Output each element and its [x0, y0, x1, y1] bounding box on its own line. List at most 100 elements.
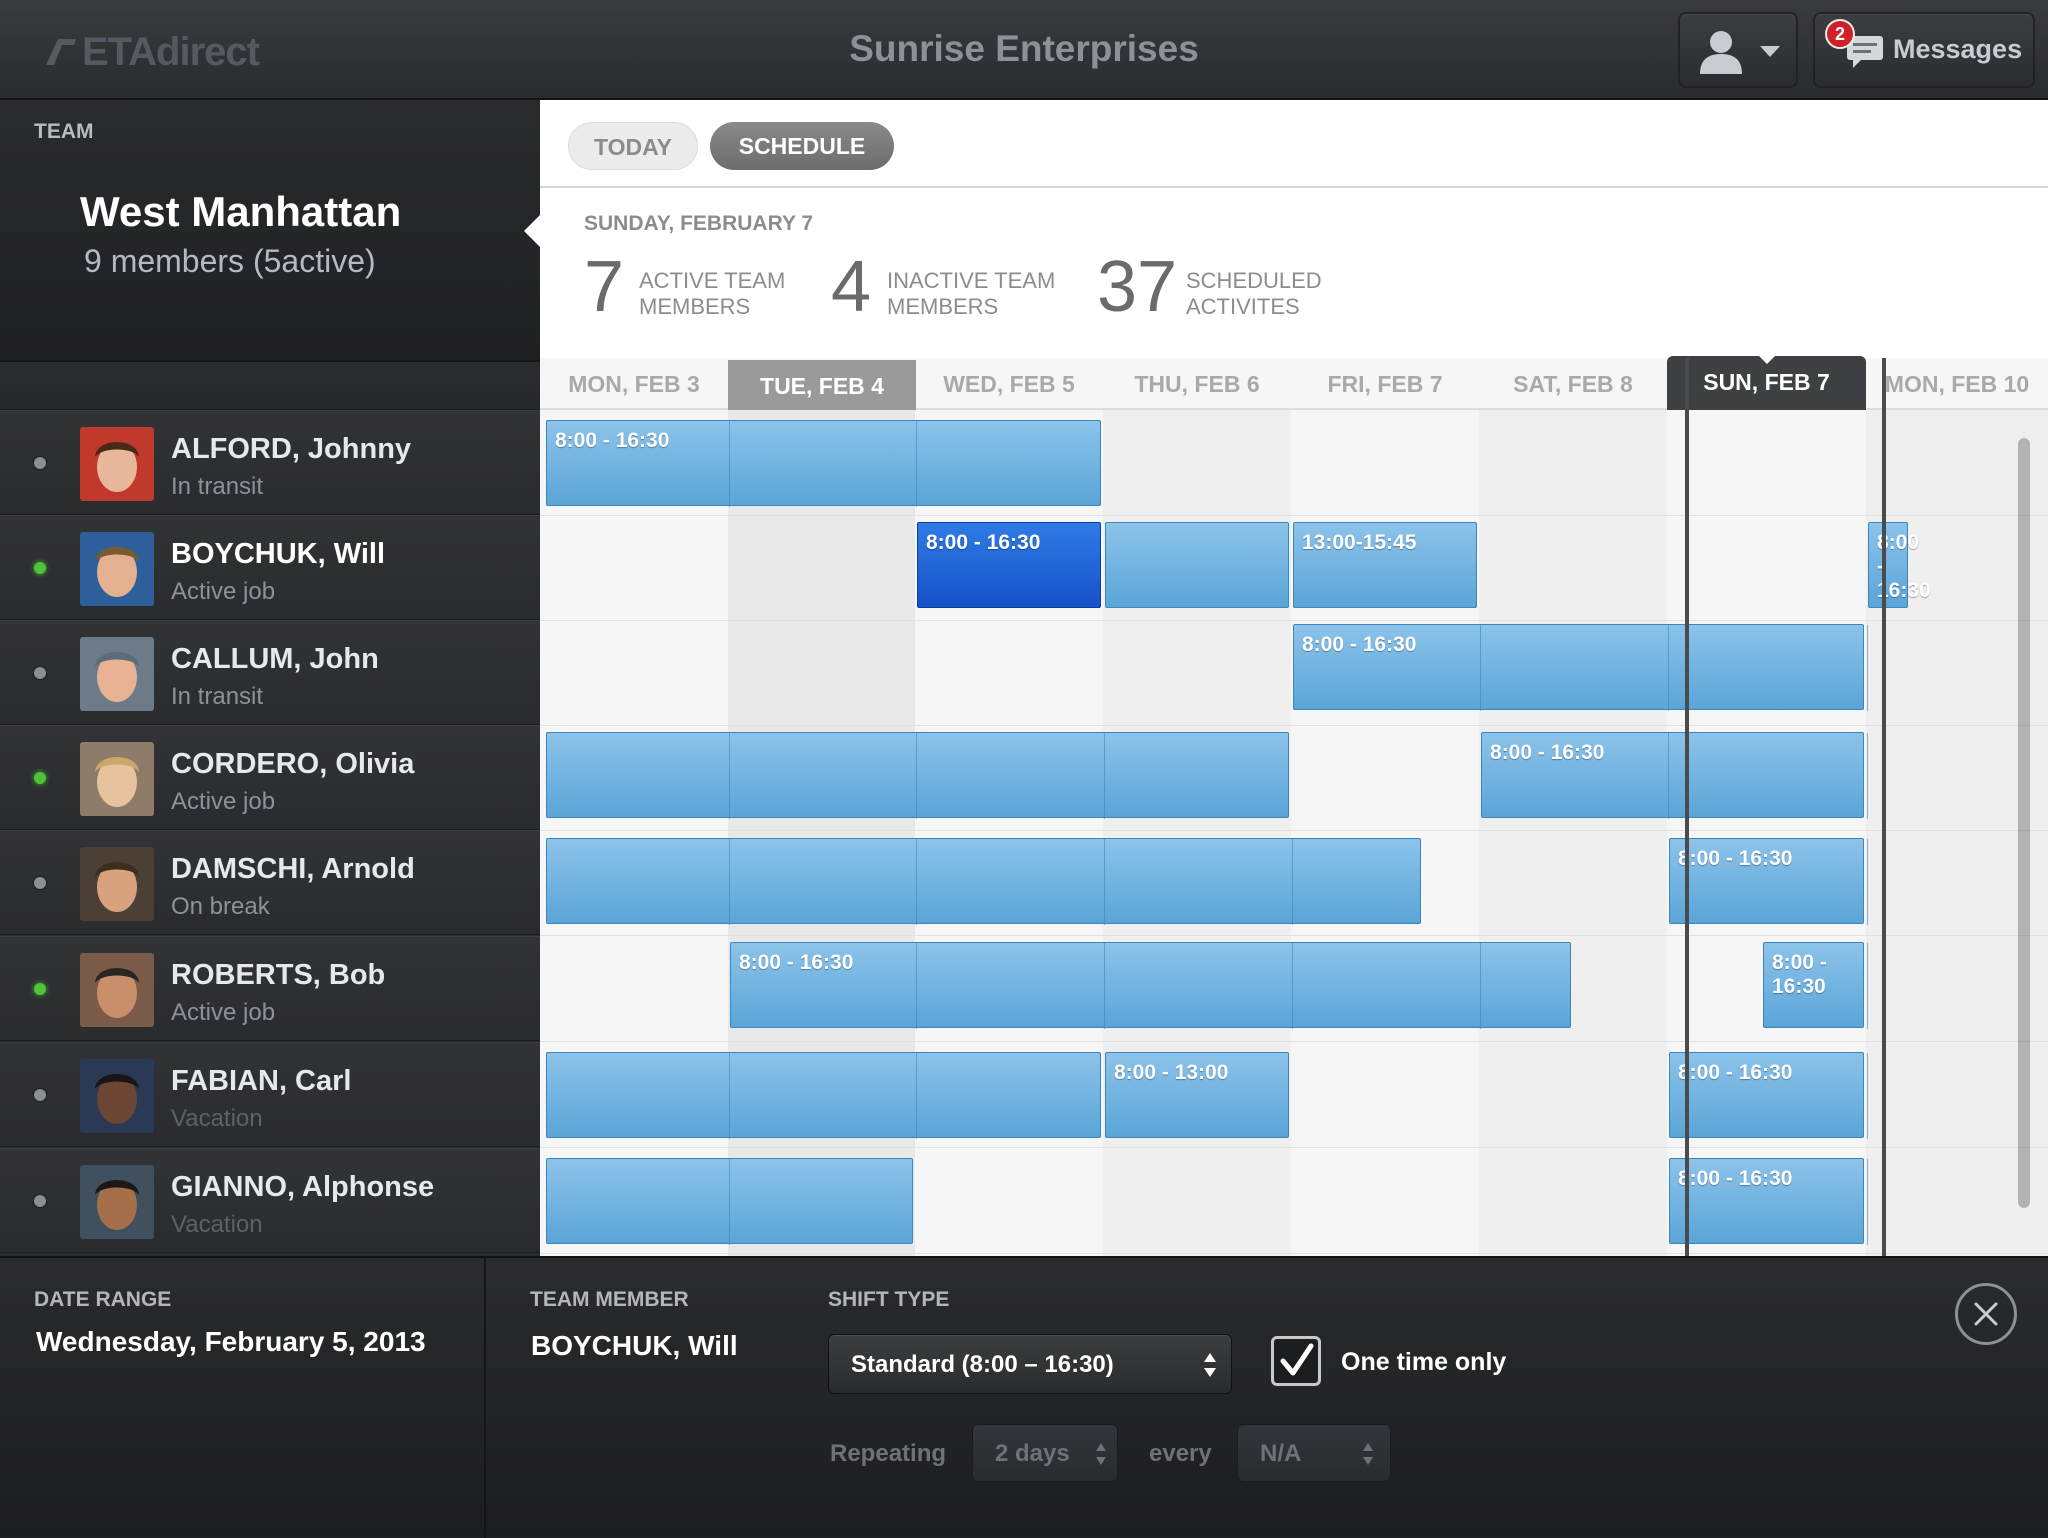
repeat-interval-select[interactable]: 2 days: [972, 1424, 1118, 1482]
avatar: [80, 637, 154, 711]
day-header-cell[interactable]: SAT, FEB 8: [1479, 358, 1667, 410]
team-sidebar: TEAM West Manhattan 9 members (5active) …: [0, 100, 540, 1256]
active-members-label: ACTIVE TEAM MEMBERS: [639, 268, 839, 320]
shift-type-label: SHIFT TYPE: [828, 1288, 950, 1311]
day-header-cell[interactable]: MON, FEB 10: [1866, 358, 2048, 410]
avatar: [80, 847, 154, 921]
messages-label: Messages: [1893, 34, 2023, 64]
shift-block-selected[interactable]: 8:00 - 16:30: [917, 522, 1101, 608]
date-range-label: DATE RANGE: [34, 1288, 172, 1311]
presence-indicator: [34, 983, 46, 995]
messages-count-badge: 2: [1825, 19, 1855, 49]
member-status: Vacation: [171, 1105, 263, 1132]
shift-day-separator: [1104, 943, 1105, 1029]
close-editor-button[interactable]: [1955, 1283, 2017, 1345]
shift-day-separator: [916, 839, 917, 925]
shift-time-label: 8:00 - 16:30: [1490, 741, 1605, 764]
user-menu-button[interactable]: [1678, 12, 1798, 88]
scheduled-activities-label: SCHEDULED ACTIVITES: [1186, 268, 1386, 320]
team-member-value: BOYCHUK, Will: [531, 1330, 738, 1361]
member-row[interactable]: BOYCHUK, Will Active job: [0, 515, 540, 620]
presence-indicator: [34, 772, 46, 784]
shift-time-label: 13:00-15:45: [1302, 531, 1417, 554]
day-header-cell[interactable]: TUE, FEB 4: [728, 360, 916, 410]
member-name: ALFORD, Johnny: [171, 433, 412, 465]
member-name: CORDERO, Olivia: [171, 748, 415, 780]
day-header-cell[interactable]: MON, FEB 3: [540, 358, 728, 410]
editor-divider: [484, 1258, 486, 1538]
member-row[interactable]: CALLUM, John In transit: [0, 620, 540, 725]
shift-block[interactable]: [546, 1158, 913, 1245]
member-row[interactable]: ROBERTS, Bob Active job: [0, 936, 540, 1041]
day-header-cell[interactable]: WED, FEB 5: [915, 358, 1103, 410]
shift-block[interactable]: [546, 1052, 1101, 1139]
shift-day-separator: [729, 733, 730, 819]
shift-type-select[interactable]: Standard (8:00 – 16:30): [828, 1334, 1232, 1394]
one-time-only-label: One time only: [1341, 1348, 1507, 1376]
shift-block[interactable]: 13:00-15:45: [1293, 522, 1477, 608]
shift-day-separator: [729, 421, 730, 507]
shift-day-separator: [1480, 625, 1481, 711]
close-icon: [1974, 1302, 1998, 1326]
member-row[interactable]: FABIAN, Carl Vacation: [0, 1042, 540, 1147]
shift-time-label: 8:00 - 16:30: [926, 531, 1041, 554]
shift-block[interactable]: 8:00 - 16:30: [546, 420, 1101, 507]
member-status: On break: [171, 893, 270, 920]
member-row[interactable]: GIANNO, Alphonse Vacation: [0, 1148, 540, 1253]
date-range-value[interactable]: Wednesday, February 5, 2013: [36, 1326, 426, 1358]
shift-day-separator: [729, 1159, 730, 1245]
avatar: [80, 742, 154, 816]
one-time-only-checkbox[interactable]: [1271, 1336, 1321, 1386]
member-name: CALLUM, John: [171, 643, 379, 675]
shift-day-separator: [916, 943, 917, 1029]
user-icon: [1700, 31, 1742, 74]
day-header-cell[interactable]: THU, FEB 6: [1103, 358, 1291, 410]
shift-day-separator: [729, 839, 730, 925]
updown-arrows-icon: [1204, 1353, 1216, 1377]
tab-today[interactable]: TODAY: [568, 122, 698, 170]
repeat-every-select[interactable]: N/A: [1237, 1424, 1391, 1482]
active-members-label-line1: ACTIVE TEAM: [639, 268, 786, 293]
active-members-label-line2: MEMBERS: [639, 294, 751, 319]
member-status: Vacation: [171, 1211, 263, 1238]
member-status: Active job: [171, 999, 276, 1026]
shift-time-label: 8:00 - 16:30: [739, 951, 854, 974]
sidebar-header-spacer: [0, 362, 540, 410]
scheduled-activities-count: 37: [1097, 247, 1178, 327]
shift-time-label: 8:00 - 16:30: [555, 429, 670, 452]
shift-day-separator: [1668, 625, 1669, 711]
member-row[interactable]: CORDERO, Olivia Active job: [0, 725, 540, 830]
avatar: [80, 953, 154, 1027]
team-member-count: 9 members (5active): [84, 243, 376, 279]
shift-block[interactable]: [546, 838, 1421, 925]
member-row[interactable]: ALFORD, Johnny In transit: [0, 410, 540, 515]
presence-indicator: [34, 877, 46, 889]
shift-day-separator: [729, 1053, 730, 1139]
messages-button[interactable]: 2 Messages: [1813, 12, 2035, 88]
shift-block[interactable]: [546, 732, 1289, 819]
member-status: Active job: [171, 788, 276, 815]
avatar: [80, 532, 154, 606]
shift-day-separator: [1480, 943, 1481, 1029]
shift-block[interactable]: 8:00 - 13:00: [1105, 1052, 1289, 1138]
presence-indicator: [34, 457, 46, 469]
shift-day-separator: [1104, 839, 1105, 925]
shift-type-value: Standard (8:00 – 16:30): [851, 1351, 1114, 1378]
avatar: [80, 427, 154, 501]
shift-block[interactable]: [1105, 522, 1289, 608]
scheduled-activities-label-line2: ACTIVITES: [1186, 294, 1300, 319]
presence-indicator: [34, 1195, 46, 1207]
shift-day-separator: [916, 733, 917, 819]
member-row[interactable]: DAMSCHI, Arnold On break: [0, 830, 540, 935]
presence-indicator: [34, 667, 46, 679]
tab-schedule[interactable]: SCHEDULE: [710, 122, 894, 170]
vertical-scrollbar[interactable]: [2018, 438, 2030, 1208]
active-members-count: 7: [584, 247, 625, 327]
shift-block[interactable]: 8:00 - 16:30: [730, 942, 1571, 1029]
day-header-cell[interactable]: FRI, FEB 7: [1291, 358, 1479, 410]
member-name: FABIAN, Carl: [171, 1065, 352, 1097]
shift-day-separator: [1292, 943, 1293, 1029]
shift-time-label: 8:00 - 13:00: [1114, 1061, 1229, 1084]
schedule-summary: SUNDAY, FEBRUARY 7 7 ACTIVE TEAM MEMBERS…: [540, 188, 2048, 358]
avatar: [80, 1059, 154, 1133]
